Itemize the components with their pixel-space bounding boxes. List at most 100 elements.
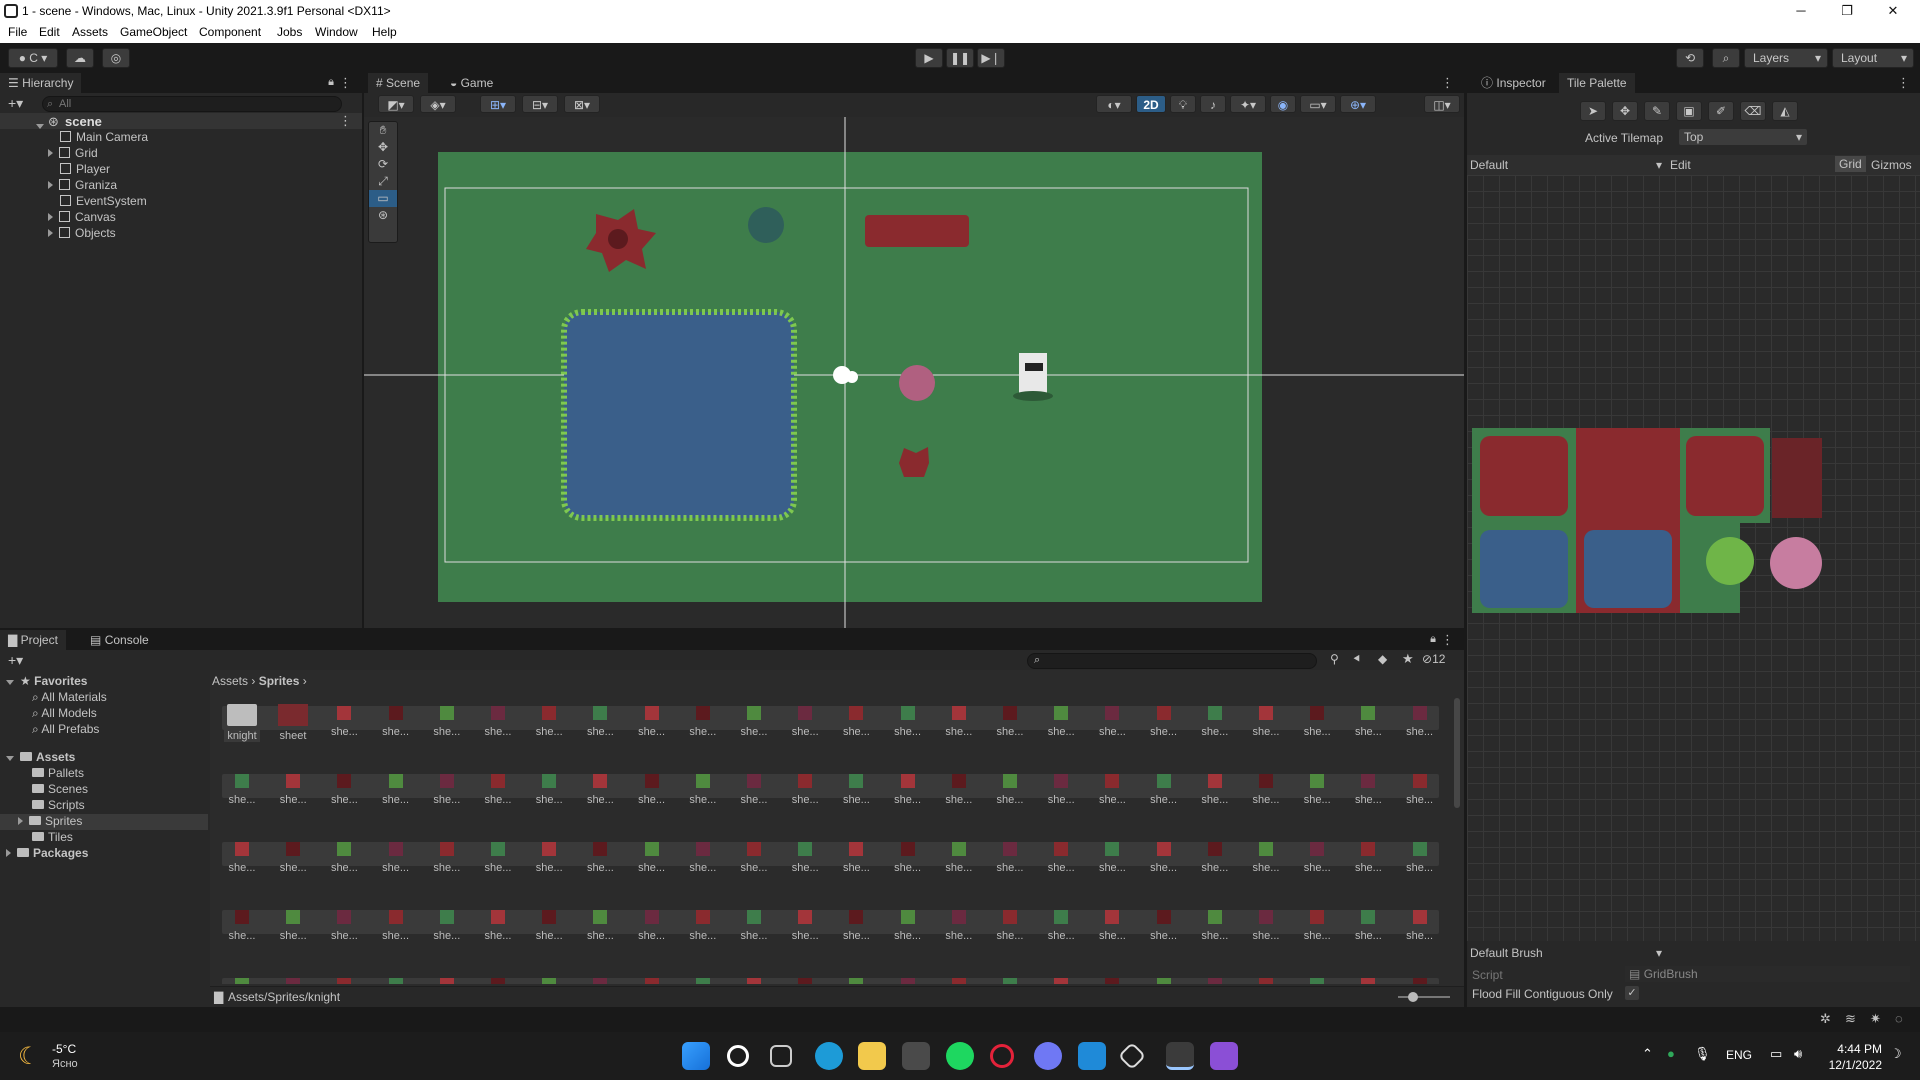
transform-tool-icon[interactable]: ⊛ (369, 207, 397, 224)
palette-tile[interactable] (1686, 436, 1764, 516)
lock-icon[interactable]: 🔒︎ (328, 76, 334, 89)
sprite-asset[interactable]: she... (888, 900, 928, 942)
sprite-asset[interactable]: she... (1092, 764, 1132, 806)
play-button[interactable]: ▶ (915, 48, 943, 68)
gizmos-toggle[interactable]: Gizmos (1871, 158, 1912, 172)
rect-tool-icon[interactable]: ▭ (369, 190, 397, 207)
sprite-asset[interactable]: she... (734, 900, 774, 942)
sprite-asset[interactable]: she... (1041, 832, 1081, 874)
sprite-asset[interactable]: she... (1246, 832, 1286, 874)
sprite-asset[interactable]: she... (324, 900, 364, 942)
asset-sheet[interactable]: sheet (273, 696, 313, 742)
sprite-asset[interactable]: she... (683, 968, 723, 984)
close-button[interactable]: ✕ (1870, 0, 1916, 22)
favorite-all-models[interactable]: ⌕ All Models (32, 706, 97, 722)
sprite-asset[interactable]: she... (273, 832, 313, 874)
sprite-asset[interactable]: she... (1195, 900, 1235, 942)
kebab-menu-icon[interactable]: ⋮ (1441, 632, 1454, 648)
sprite-asset[interactable]: she... (478, 900, 518, 942)
search-by-type-icon[interactable]: ⚲ (1330, 652, 1339, 666)
sprite-asset[interactable]: she... (1297, 900, 1337, 942)
sprite-asset[interactable]: she... (1246, 968, 1286, 984)
sprite-asset[interactable]: she... (1195, 696, 1235, 738)
sprite-asset[interactable]: she... (888, 764, 928, 806)
sprite-asset[interactable]: she... (785, 832, 825, 874)
grid-snap-icon[interactable]: ⊟▾ (522, 95, 558, 113)
sprite-asset[interactable]: she... (376, 968, 416, 984)
select-tool-icon[interactable]: ➤ (1580, 101, 1606, 121)
sprite-asset[interactable]: she... (632, 968, 672, 984)
add-button[interactable]: +▾ (8, 95, 23, 112)
tab-project[interactable]: ▇ Project (0, 630, 66, 650)
menu-edit[interactable]: Edit (39, 25, 60, 39)
bug-icon[interactable]: ✷ (1870, 1011, 1881, 1027)
tab-hierarchy[interactable]: ☰ Hierarchy (0, 73, 82, 93)
label-icon[interactable]: ◆ (1378, 652, 1387, 666)
draw-mode-dropdown[interactable]: ◩▾ (378, 95, 414, 113)
rotate-tool-icon[interactable]: ⟳ (369, 156, 397, 173)
favorite-all-prefabs[interactable]: ⌕ All Prefabs (32, 722, 99, 738)
sprite-asset[interactable]: she... (1144, 764, 1184, 806)
kebab-menu-icon[interactable]: ⋮ (339, 113, 352, 129)
sprite-asset[interactable]: she... (683, 764, 723, 806)
sprite-asset[interactable]: she... (1400, 764, 1440, 806)
sprite-asset[interactable]: she... (222, 764, 262, 806)
unity-editor-icon[interactable] (1166, 1042, 1194, 1070)
sprite-asset[interactable]: she... (529, 696, 569, 738)
grid-toggle[interactable]: Grid (1835, 156, 1866, 172)
palette-flower-tree-tile[interactable] (1770, 537, 1822, 589)
sprite-asset[interactable]: she... (529, 968, 569, 984)
sprite-asset[interactable]: she... (785, 968, 825, 984)
sprite-asset[interactable]: she... (836, 832, 876, 874)
sprite-asset[interactable]: she... (1348, 696, 1388, 738)
sprite-asset[interactable]: she... (376, 764, 416, 806)
notifications-icon[interactable]: ☽ (1890, 1046, 1902, 1062)
sprite-asset[interactable]: she... (1400, 968, 1440, 984)
sprite-asset[interactable]: she... (990, 900, 1030, 942)
sprite-asset[interactable]: she... (1400, 900, 1440, 942)
sprite-asset[interactable]: she... (324, 764, 364, 806)
project-search-input[interactable]: ⌕ (1027, 653, 1317, 669)
sprite-asset[interactable]: she... (888, 968, 928, 984)
vscode-icon[interactable] (1078, 1042, 1106, 1070)
fill-bucket-icon[interactable]: ◭ (1772, 101, 1798, 121)
menu-component[interactable]: Component (199, 25, 261, 39)
palette-tile[interactable] (1480, 530, 1568, 608)
sprite-asset[interactable]: she... (632, 832, 672, 874)
sprite-asset[interactable]: she... (1092, 968, 1132, 984)
edge-icon[interactable] (815, 1042, 843, 1070)
sprite-asset[interactable]: she... (836, 696, 876, 738)
sprite-asset[interactable]: she... (427, 832, 467, 874)
sprite-asset[interactable]: she... (1246, 764, 1286, 806)
slider-handle[interactable] (1408, 992, 1418, 1002)
toggle-2d-button[interactable]: 2D (1136, 95, 1166, 113)
picker-icon[interactable]: ✐ (1708, 101, 1734, 121)
sprite-asset[interactable]: she... (1348, 764, 1388, 806)
tab-game[interactable]: ◒ Game (442, 73, 501, 93)
sprite-asset[interactable]: she... (478, 764, 518, 806)
file-explorer-icon[interactable] (858, 1042, 886, 1070)
search-icon[interactable]: ⌕ (1712, 48, 1740, 68)
sprite-asset[interactable]: she... (1144, 968, 1184, 984)
sprite-asset[interactable]: she... (324, 832, 364, 874)
sprite-asset[interactable]: she... (785, 696, 825, 738)
edit-button[interactable]: Edit (1670, 158, 1691, 172)
overlay-dropdown[interactable]: ◫▾ (1424, 95, 1460, 113)
box-fill-icon[interactable]: ▣ (1676, 101, 1702, 121)
sprite-asset[interactable]: she... (324, 696, 364, 738)
palette-tile[interactable] (1480, 436, 1568, 516)
scene-viewport[interactable]: ✋︎ ✥ ⟳ ⤢ ▭ ⊛ (364, 117, 1464, 628)
sprite-asset[interactable]: she... (1297, 696, 1337, 738)
sprite-asset[interactable]: she... (1041, 968, 1081, 984)
layout-dropdown[interactable]: Layout ▾ (1832, 48, 1914, 68)
sprite-asset[interactable]: she... (990, 696, 1030, 738)
visual-studio-icon[interactable] (1210, 1042, 1238, 1070)
lighting-icon[interactable]: 💡︎ (1170, 95, 1196, 113)
tab-console[interactable]: ▤ Console (82, 630, 157, 650)
sprite-asset[interactable]: she... (939, 832, 979, 874)
active-tilemap-dropdown[interactable]: Top ▾ (1679, 129, 1807, 145)
sprite-asset[interactable]: she... (580, 968, 620, 984)
tab-inspector[interactable]: ⓘ Inspector (1473, 73, 1554, 93)
effects-dropdown[interactable]: ✦▾ (1230, 95, 1266, 113)
asset-knight-folder[interactable]: knight (222, 696, 262, 742)
